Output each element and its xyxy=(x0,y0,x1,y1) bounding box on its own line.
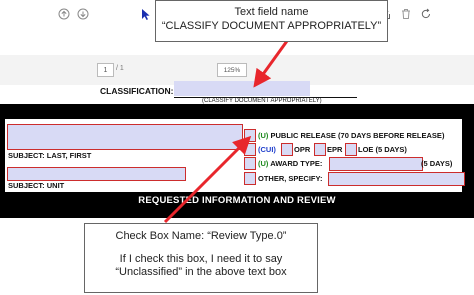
cui-checkbox[interactable] xyxy=(244,143,256,156)
opr-checkbox[interactable] xyxy=(281,143,293,156)
page-number-input[interactable]: 1 xyxy=(97,63,114,77)
page-total: / 1 xyxy=(116,65,124,72)
callout-bottom-line2: If I check this box, I need it to say xyxy=(119,253,283,265)
award-days: (5 DAYS) xyxy=(421,159,453,168)
classification-text-field[interactable] xyxy=(174,81,310,96)
checkbox-callout: Check Box Name: “Review Type.0” If I che… xyxy=(84,223,318,293)
text-field-callout: Text field name “CLASSIFY DOCUMENT APPRO… xyxy=(155,0,388,42)
public-release-text: PUBLIC RELEASE (70 DAYS BEFORE RELEASE) xyxy=(270,131,445,140)
arrow-up-icon[interactable] xyxy=(58,7,70,21)
cui-marker: (CUI) xyxy=(258,145,276,154)
other-specify-field[interactable] xyxy=(328,172,465,186)
callout-top-line2: “CLASSIFY DOCUMENT APPROPRIATELY” xyxy=(161,20,382,32)
subject-name-label: SUBJECT: LAST, FIRST xyxy=(8,151,92,160)
epr-label: EPR xyxy=(327,145,343,154)
opr-label: OPR xyxy=(294,145,311,154)
classification-label: CLASSIFICATION: xyxy=(100,86,174,96)
subject-unit-label: SUBJECT: UNIT xyxy=(8,181,65,190)
public-release-option: (U) PUBLIC RELEASE (70 DAYS BEFORE RELEA… xyxy=(258,131,444,140)
award-checkbox[interactable] xyxy=(244,157,256,170)
callout-bottom-line1: Check Box Name: “Review Type.0” xyxy=(115,230,287,242)
callout-top-line1: Text field name xyxy=(234,6,309,18)
award-type-field[interactable] xyxy=(329,157,423,171)
callout-bottom-line3: “Unclassified” in the above text box xyxy=(115,266,287,278)
zoom-level-select[interactable]: 125% xyxy=(217,63,247,77)
other-checkbox[interactable] xyxy=(244,172,256,185)
subject-name-field[interactable] xyxy=(7,124,243,150)
public-release-marker: (U) xyxy=(258,131,269,140)
award-option: (U) AWARD TYPE: xyxy=(258,159,322,168)
loe-checkbox[interactable] xyxy=(345,143,357,156)
award-marker: (U) xyxy=(258,159,269,168)
epr-checkbox[interactable] xyxy=(314,143,326,156)
subject-unit-field[interactable] xyxy=(7,167,186,181)
trash-icon[interactable] xyxy=(400,7,412,21)
other-label: OTHER, SPECIFY: xyxy=(258,174,323,183)
review-type-0-checkbox[interactable] xyxy=(244,129,256,142)
undo-icon[interactable] xyxy=(420,7,432,21)
loe-label: LOE (5 DAYS) xyxy=(358,145,407,154)
arrow-down-icon[interactable] xyxy=(77,7,89,21)
zoom-level-value: 125% xyxy=(223,66,241,74)
award-text: AWARD TYPE: xyxy=(270,159,323,168)
section-title: REQUESTED INFORMATION AND REVIEW xyxy=(138,195,336,206)
cursor-icon[interactable] xyxy=(141,7,151,21)
